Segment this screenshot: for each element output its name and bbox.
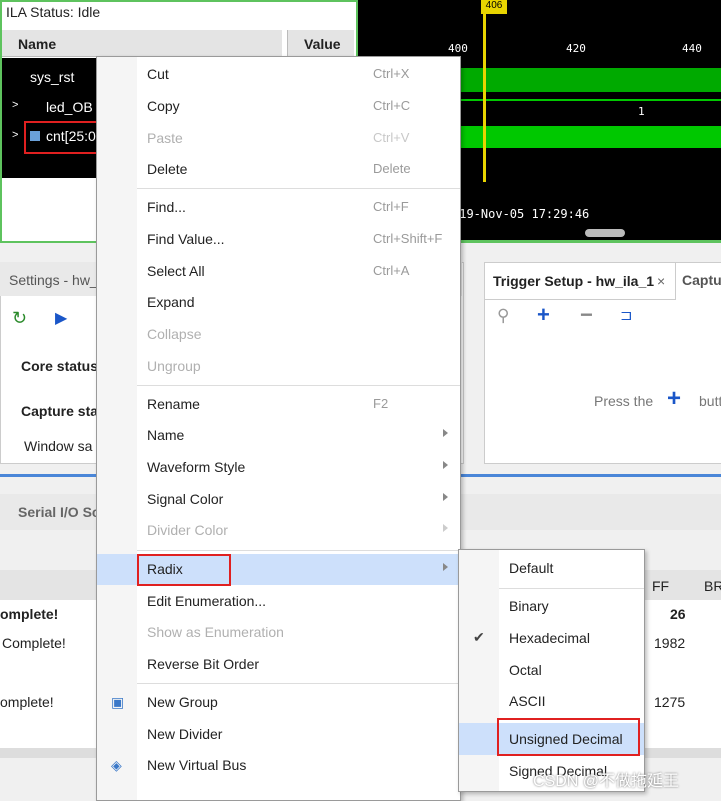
menu-item-waveform-style[interactable]: Waveform Style xyxy=(97,452,460,482)
menu-item-cut[interactable]: Cut Ctrl+X xyxy=(97,59,460,89)
radix-binary[interactable]: Binary xyxy=(459,591,644,621)
menu-separator xyxy=(137,683,460,684)
annotation-box-unsigned-decimal xyxy=(497,718,640,756)
search-icon[interactable]: ⚲ xyxy=(497,306,509,326)
col-br[interactable]: BR xyxy=(704,578,721,594)
cursor-label: 406 xyxy=(481,0,507,14)
ila-status: ILA Status: Idle xyxy=(6,4,101,20)
tab-serial-io[interactable]: Serial I/O Sc xyxy=(18,504,100,520)
value-column-header[interactable]: Value xyxy=(287,30,354,57)
row-status: omplete! xyxy=(0,606,59,622)
tab-capture[interactable]: Captu xyxy=(682,272,721,288)
button-text: butt xyxy=(699,393,721,409)
row-status: omplete! xyxy=(0,694,54,710)
group-icon: ▣ xyxy=(111,694,125,710)
checkmark-icon: ✔ xyxy=(473,629,485,645)
menu-item-new-group[interactable]: ▣ New Group xyxy=(97,687,460,717)
menu-item-new-virtual-bus[interactable]: ◈ New Virtual Bus xyxy=(97,750,460,780)
submenu-arrow-icon xyxy=(443,524,448,532)
menu-item-find[interactable]: Find... Ctrl+F xyxy=(97,192,460,222)
annotation-box-radix xyxy=(137,554,231,586)
menu-item-show-as-enumeration: Show as Enumeration xyxy=(147,624,284,640)
name-header-label: Name xyxy=(18,36,57,52)
row-status: Complete! xyxy=(2,635,66,651)
row-ff: 1275 xyxy=(654,694,686,710)
menu-separator xyxy=(137,188,460,189)
add-icon[interactable]: + xyxy=(537,302,550,328)
radix-default[interactable]: Default xyxy=(459,553,644,583)
capture-status-label: Capture sta xyxy=(21,403,99,419)
menu-separator xyxy=(137,550,460,551)
menu-item-divider-color: Divider Color xyxy=(97,515,460,545)
run-icon[interactable]: ▶ xyxy=(55,308,67,328)
tick-label: 440 xyxy=(682,42,702,55)
menu-item-ungroup: Ungroup xyxy=(147,358,201,374)
menu-item-edit-enumeration[interactable]: Edit Enumeration... xyxy=(97,586,460,616)
close-icon[interactable]: × xyxy=(657,273,665,289)
tick-label: 400 xyxy=(448,42,468,55)
waveform-value: 1 xyxy=(638,105,645,118)
time-cursor[interactable] xyxy=(483,0,486,182)
radix-octal[interactable]: Octal xyxy=(459,655,644,685)
tab-settings[interactable]: Settings - hw_ xyxy=(9,272,98,288)
menu-item-signal-color[interactable]: Signal Color xyxy=(97,484,460,514)
name-column-header[interactable]: Name xyxy=(2,30,282,57)
signal-row-sys-rst[interactable]: sys_rst xyxy=(30,69,74,85)
menu-item-select-all[interactable]: Select All Ctrl+A xyxy=(97,256,460,286)
trigger-tab-label: Trigger Setup - hw_ila_1 xyxy=(493,273,655,289)
submenu-arrow-icon xyxy=(443,563,448,571)
virtual-bus-icon: ◈ xyxy=(111,757,122,773)
radix-ascii[interactable]: ASCII xyxy=(459,686,644,716)
remove-icon[interactable]: − xyxy=(580,302,593,328)
value-header-label: Value xyxy=(304,36,341,52)
watermark: CSDN @不做拖延王 xyxy=(533,773,680,790)
tab-trigger-setup[interactable]: Trigger Setup - hw_ila_1 × xyxy=(484,262,676,300)
row-ff: 1982 xyxy=(654,635,686,651)
menu-item-expand[interactable]: Expand xyxy=(97,287,460,317)
submenu-arrow-icon xyxy=(443,461,448,469)
menu-separator xyxy=(137,385,460,386)
tick-label: 420 xyxy=(566,42,586,55)
radix-hexadecimal[interactable]: ✔ Hexadecimal xyxy=(459,623,644,653)
plus-icon: + xyxy=(667,385,682,412)
signal-row-led[interactable]: led_OB xyxy=(46,99,93,115)
window-label: Window sa xyxy=(24,438,93,454)
menu-item-new-divider[interactable]: New Divider xyxy=(97,719,460,749)
submenu-arrow-icon xyxy=(443,429,448,437)
menu-separator xyxy=(499,588,644,589)
row-ff: 26 xyxy=(670,606,686,622)
menu-item-collapse: Collapse xyxy=(147,326,202,342)
press-the-text: Press the xyxy=(594,393,654,409)
timestamp: 019-Nov-05 17:29:46 xyxy=(452,207,590,221)
menu-item-find-value[interactable]: Find Value... Ctrl+Shift+F xyxy=(97,224,460,254)
context-menu: Cut Ctrl+X Copy Ctrl+C Paste Ctrl+V Delete D… xyxy=(96,56,461,801)
horizontal-scrollbar[interactable] xyxy=(585,229,625,237)
core-status-label: Core status xyxy=(21,358,99,374)
menu-item-delete[interactable]: Delete Delete xyxy=(97,154,460,184)
expand-chevron-icon[interactable]: > xyxy=(12,99,18,111)
submenu-arrow-icon xyxy=(443,493,448,501)
menu-item-copy[interactable]: Copy Ctrl+C xyxy=(97,91,460,121)
menu-item-paste: Paste Ctrl+V xyxy=(147,130,410,146)
trigger-gate-icon[interactable]: ⊐ xyxy=(620,306,633,324)
menu-item-rename[interactable]: Rename F2 xyxy=(97,389,460,419)
col-ff[interactable]: FF xyxy=(652,578,669,594)
refresh-icon[interactable]: ↻ xyxy=(12,308,27,329)
expand-chevron-icon[interactable]: > xyxy=(12,129,18,141)
menu-item-name[interactable]: Name xyxy=(97,420,460,450)
menu-item-reverse-bit-order[interactable]: Reverse Bit Order xyxy=(97,649,460,679)
